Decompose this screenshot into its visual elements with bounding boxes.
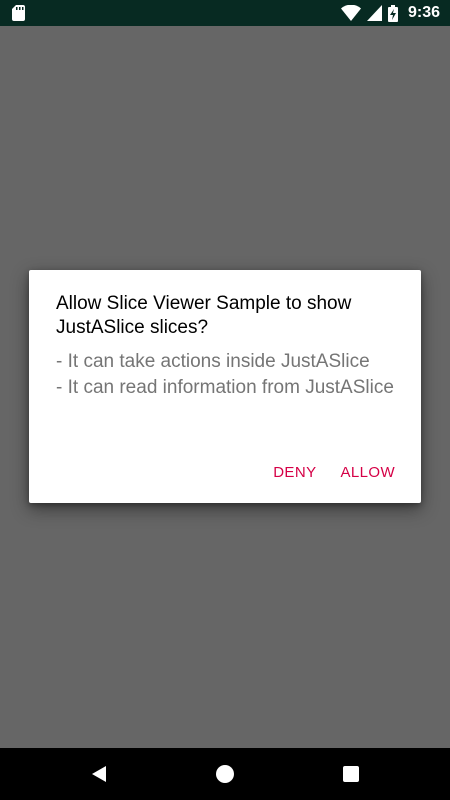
home-icon	[216, 765, 234, 783]
navigation-bar	[0, 748, 450, 800]
dialog-permission-line: - It can take actions inside JustASlice	[56, 351, 370, 372]
allow-button[interactable]: ALLOW	[332, 458, 403, 487]
home-button[interactable]	[212, 761, 238, 787]
dialog-body: - It can take actions inside JustASlice …	[56, 350, 406, 402]
back-icon	[92, 766, 106, 782]
dialog-actions: DENY ALLOW	[265, 458, 403, 487]
wifi-icon	[340, 5, 361, 21]
status-time: 9:36	[407, 4, 440, 21]
status-icons: 9:36	[340, 0, 440, 26]
deny-button[interactable]: DENY	[265, 458, 324, 487]
dialog-title: Allow Slice Viewer Sample to show JustAS…	[56, 293, 352, 338]
dialog-permission-line: - It can read information from JustASlic…	[56, 377, 394, 398]
signal-icon	[366, 5, 382, 21]
recents-button[interactable]	[338, 761, 364, 787]
sd-card-icon	[12, 5, 25, 21]
battery-charging-icon	[387, 4, 398, 22]
recents-icon	[343, 766, 359, 782]
status-bar: 9:36	[0, 0, 450, 26]
permission-dialog: Allow Slice Viewer Sample to show JustAS…	[29, 270, 421, 503]
back-button[interactable]	[86, 761, 112, 787]
